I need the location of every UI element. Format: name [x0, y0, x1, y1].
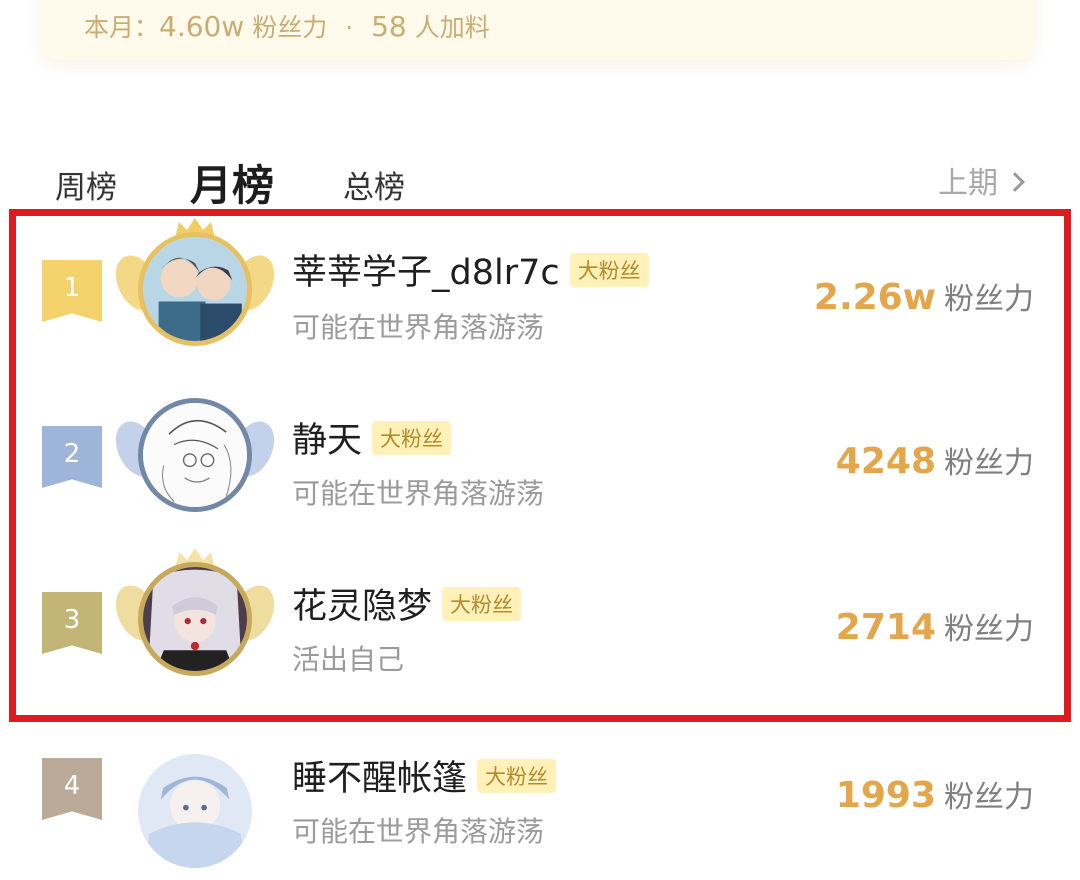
score-value: 2714 — [835, 607, 936, 648]
user-bio: 可能在世界角落游荡 — [292, 311, 545, 344]
tab-total[interactable]: 总榜 — [343, 162, 405, 207]
summary-power-value: 4.60w — [159, 10, 245, 43]
summary-stats: 本月：4.60w 粉丝力 · 58 人加料 — [84, 8, 490, 44]
avatar[interactable] — [138, 562, 252, 676]
avatar-frame — [118, 740, 272, 880]
avatar-image — [138, 754, 252, 868]
avatar-image — [143, 403, 247, 507]
user-name-line: 花灵隐梦 大粉丝 — [292, 578, 522, 629]
avatar-image — [143, 567, 247, 671]
rank-ribbon: 2 — [42, 426, 102, 488]
user-bio: 活出自己 — [292, 643, 405, 676]
score-value: 1993 — [835, 775, 936, 816]
ranking-row-1[interactable]: 1 莘莘学子_d8lr7c 大粉丝 可能在世界角落游荡 2.26w 粉丝力 — [0, 214, 1080, 374]
score-unit: 粉丝力 — [944, 612, 1034, 647]
summary-separator: · — [345, 13, 354, 42]
username[interactable]: 静天 — [292, 412, 362, 463]
chevron-right-icon — [1005, 172, 1025, 192]
username[interactable]: 睡不醒帐篷 — [292, 750, 467, 801]
fan-power-score: 1993 粉丝力 — [836, 772, 1034, 816]
username[interactable]: 莘莘学子_d8lr7c — [292, 244, 560, 295]
score-unit: 粉丝力 — [944, 780, 1034, 815]
user-name-line: 静天 大粉丝 — [292, 412, 452, 463]
fan-power-score: 4248 粉丝力 — [836, 438, 1034, 482]
avatar-frame — [107, 548, 283, 688]
fan-badge: 大粉丝 — [477, 758, 557, 793]
summary-power-unit: 粉丝力 — [252, 13, 328, 42]
avatar[interactable] — [138, 754, 252, 868]
ranking-row-3[interactable]: 3 花灵隐梦 大粉丝 活出自己 2714 粉丝力 — [0, 546, 1080, 706]
ranking-row-2[interactable]: 2 静天 大粉丝 可能在世界角落游荡 4248 粉丝力 — [0, 380, 1080, 540]
fan-badge: 大粉丝 — [569, 252, 649, 287]
user-name-line: 睡不醒帐篷 大粉丝 — [292, 750, 557, 801]
rank-ribbon: 1 — [42, 260, 102, 322]
ranking-row-4[interactable]: 4 睡不醒帐篷 大粉丝 可能在世界角落游荡 1993 粉丝力 — [0, 710, 1080, 870]
fan-power-score: 2.26w 粉丝力 — [814, 274, 1034, 318]
summary-prefix: 本月： — [84, 13, 160, 42]
avatar[interactable] — [138, 398, 252, 512]
summary-join-unit: 人加料 — [414, 13, 490, 42]
tab-monthly[interactable]: 月榜 — [190, 152, 274, 213]
avatar-frame — [107, 218, 283, 358]
fan-badge: 大粉丝 — [442, 586, 522, 621]
user-name-line: 莘莘学子_d8lr7c 大粉丝 — [292, 244, 649, 295]
score-value: 2.26w — [813, 277, 936, 318]
rank-ribbon: 4 — [42, 758, 102, 820]
user-bio: 可能在世界角落游荡 — [292, 477, 545, 510]
user-bio: 可能在世界角落游荡 — [292, 815, 545, 848]
username[interactable]: 花灵隐梦 — [292, 578, 432, 629]
score-unit: 粉丝力 — [944, 282, 1034, 317]
avatar-frame — [107, 384, 283, 524]
summary-join-count: 58 — [371, 10, 407, 43]
avatar-image — [143, 237, 247, 341]
fan-badge: 大粉丝 — [372, 420, 452, 455]
avatar[interactable] — [138, 232, 252, 346]
score-value: 4248 — [835, 441, 936, 482]
rank-ribbon: 3 — [42, 592, 102, 654]
fan-power-score: 2714 粉丝力 — [836, 604, 1034, 648]
previous-period-link[interactable]: 上期 — [938, 158, 1025, 202]
score-unit: 粉丝力 — [944, 446, 1034, 481]
tab-weekly[interactable]: 周榜 — [55, 162, 117, 207]
previous-period-label: 上期 — [938, 166, 998, 201]
